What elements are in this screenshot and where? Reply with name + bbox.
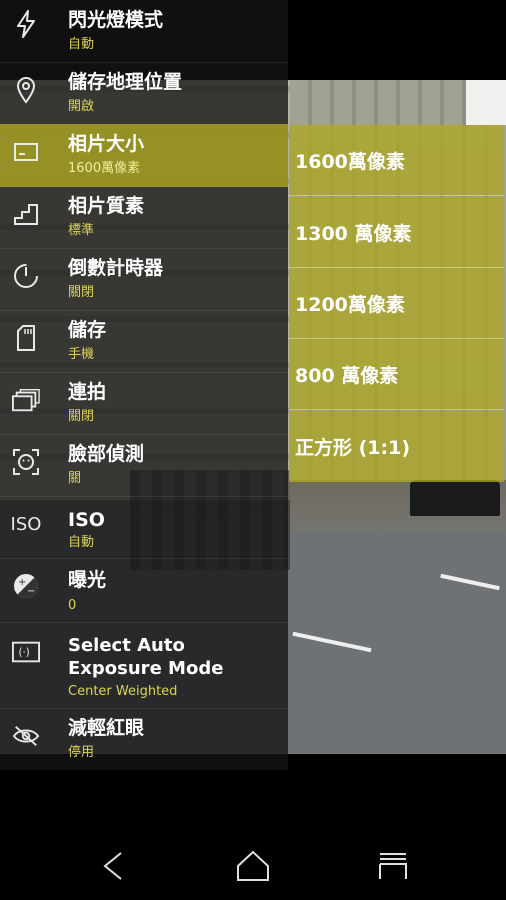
setting-countdown-timer[interactable]: 倒數計時器 關閉 <box>0 248 288 311</box>
setting-title: ISO <box>68 509 105 531</box>
setting-flash-mode[interactable]: 閃光燈模式 自動 <box>0 0 288 63</box>
setting-title: 儲存 <box>68 319 107 341</box>
setting-photo-size[interactable]: 相片大小 1600萬像素 <box>0 124 288 187</box>
photo-size-option[interactable]: 正方形 (1:1) <box>289 411 504 482</box>
setting-title: 臉部偵測 <box>68 443 145 465</box>
setting-red-eye-reduction[interactable]: 減輕紅眼 停用 <box>0 708 288 770</box>
photo-size-submenu: 1600萬像素 1300 萬像素 1200萬像素 800 萬像素 正方形 (1:… <box>289 125 504 483</box>
photo-size-option[interactable]: 1600萬像素 <box>289 125 504 196</box>
setting-value: 開啟 <box>68 99 95 114</box>
svg-text:−: − <box>27 586 35 597</box>
setting-iso[interactable]: ISO ISO 自動 <box>0 496 288 559</box>
location-pin-icon <box>12 76 40 104</box>
timer-icon <box>12 262 40 290</box>
quality-stairs-icon <box>12 200 40 228</box>
setting-value: 自動 <box>68 535 95 550</box>
setting-value: 1600萬像素 <box>68 161 141 176</box>
setting-burst[interactable]: 連拍 關閉 <box>0 372 288 435</box>
photo-size-option[interactable]: 800 萬像素 <box>289 339 504 410</box>
setting-value: 0 <box>68 598 77 613</box>
setting-title: 倒數計時器 <box>68 257 164 279</box>
setting-value: 手機 <box>68 347 95 362</box>
exposure-icon: + − <box>12 572 40 600</box>
setting-value: 關閉 <box>68 409 95 424</box>
back-icon[interactable] <box>93 846 133 886</box>
setting-value: 自動 <box>68 37 95 52</box>
camera-settings-panel: 閃光燈模式 自動 儲存地理位置 開啟 相片大小 1600萬像素 相片質素 標準 … <box>0 0 288 770</box>
setting-storage[interactable]: 儲存 手機 <box>0 310 288 373</box>
svg-text:+: + <box>18 577 26 588</box>
setting-face-detection[interactable]: 臉部偵測 關 <box>0 434 288 497</box>
storage-card-icon <box>12 324 40 352</box>
setting-title: 減輕紅眼 <box>68 717 145 739</box>
setting-value: 標準 <box>68 223 95 238</box>
setting-title: 連拍 <box>68 381 107 403</box>
setting-save-location[interactable]: 儲存地理位置 開啟 <box>0 62 288 125</box>
setting-value: Center Weighted <box>68 684 178 699</box>
setting-value: 關 <box>68 471 82 486</box>
setting-title: 儲存地理位置 <box>68 71 183 93</box>
burst-icon <box>12 386 40 414</box>
photo-size-option[interactable]: 1300 萬像素 <box>289 197 504 268</box>
iso-icon: ISO <box>10 513 42 535</box>
setting-photo-quality[interactable]: 相片質素 標準 <box>0 186 288 249</box>
setting-title: Select Auto Exposure Mode <box>68 635 224 679</box>
svg-text:(·): (·) <box>19 647 30 659</box>
navigation-bar <box>0 832 506 900</box>
flash-icon <box>12 10 40 38</box>
home-icon[interactable] <box>233 846 273 886</box>
setting-auto-exposure-mode[interactable]: (·) Select Auto Exposure Mode Center Wei… <box>0 622 288 709</box>
photo-size-icon <box>12 138 40 166</box>
photo-size-option[interactable]: 1200萬像素 <box>289 268 504 339</box>
setting-title: 相片質素 <box>68 195 145 217</box>
setting-value: 停用 <box>68 745 95 760</box>
metering-icon: (·) <box>12 638 40 666</box>
face-detect-icon <box>12 448 40 476</box>
setting-value: 關閉 <box>68 285 95 300</box>
red-eye-icon <box>12 722 40 750</box>
setting-title: 閃光燈模式 <box>68 9 164 31</box>
recents-icon[interactable] <box>373 846 413 886</box>
preview-car <box>410 480 500 516</box>
preview-sky <box>466 80 506 125</box>
setting-title: 相片大小 <box>68 133 145 155</box>
setting-exposure[interactable]: + − 曝光 0 <box>0 558 288 623</box>
setting-title: 曝光 <box>68 569 107 591</box>
